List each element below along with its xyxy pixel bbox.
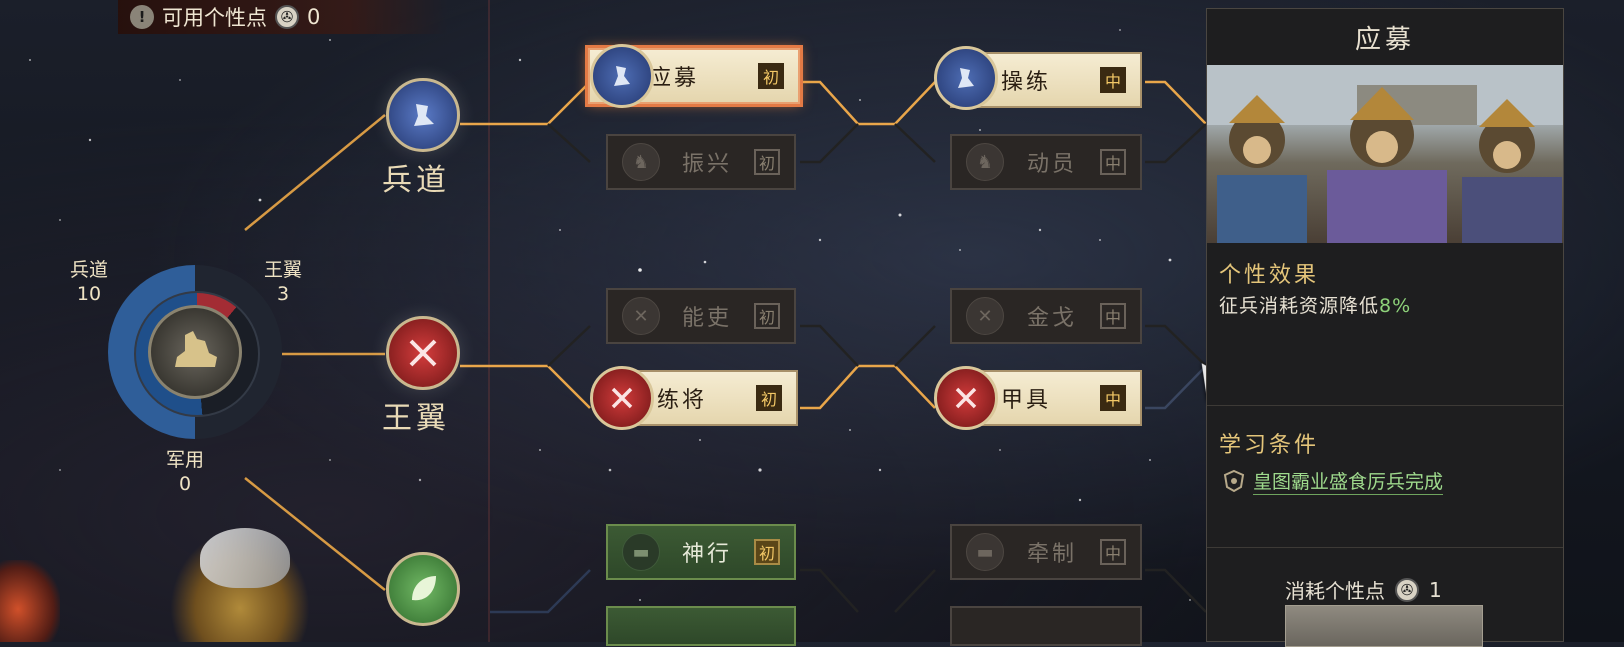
available-points-label: 可用个性点: [162, 6, 267, 30]
available-points-value: 0: [307, 5, 321, 29]
node-lower-left[interactable]: [606, 606, 796, 646]
personality-point-icon: ✇: [1395, 577, 1419, 602]
ring-bingdao-name: 兵道: [70, 259, 109, 281]
crossed-swords-icon: [934, 366, 998, 430]
tier-badge: 中: [1100, 67, 1126, 93]
personality-point-icon: ✇: [275, 5, 299, 29]
general-figure-icon: [175, 331, 217, 367]
soldier-icon: [414, 104, 434, 126]
available-points-bar: ! 可用个性点 ✇ 0: [118, 0, 448, 34]
requirement-text: 皇图霸业盛食厉兵完成: [1253, 467, 1444, 495]
general-avatar-core[interactable]: [148, 305, 242, 399]
tier-badge: 初: [756, 385, 782, 411]
node-dongyuan[interactable]: ♞ 动员 中: [950, 134, 1142, 190]
ring-label-bingdao: 兵道 10: [70, 258, 108, 306]
crossed-swords-icon: ✕: [966, 297, 1004, 335]
ring-junyong-name: 军用: [166, 449, 205, 471]
ring-wangyi-value: 3: [276, 283, 290, 305]
tier-badge: 中: [1100, 149, 1126, 175]
node-label: 能吏: [681, 306, 732, 331]
tier-badge: 初: [754, 539, 780, 565]
shield-icon: [1223, 469, 1245, 493]
crossed-swords-icon: [409, 339, 437, 367]
tier-badge: 中: [1100, 539, 1126, 565]
soldier-icon: ♞: [966, 143, 1004, 181]
path-bingdao-button[interactable]: [386, 78, 460, 152]
node-lower-right[interactable]: [950, 606, 1142, 646]
leaf-icon: [412, 576, 436, 601]
effect-heading: 个性效果: [1219, 263, 1320, 288]
crossed-swords-icon: ✕: [622, 297, 660, 335]
learn-button[interactable]: [1285, 605, 1483, 647]
node-label: 动员: [1026, 152, 1077, 177]
info-icon[interactable]: !: [130, 5, 154, 29]
node-jinge[interactable]: ✕ 金戈 中: [950, 288, 1142, 344]
effect-description: 征兵消耗资源降低8%: [1219, 291, 1411, 318]
ring-label-junyong: 军用 0: [166, 448, 204, 496]
section-divider: [1207, 547, 1563, 548]
path-bingdao-name: 兵道: [382, 163, 450, 198]
cost-row: 消耗个性点 ✇ 1: [1285, 575, 1442, 604]
section-divider: [1207, 405, 1563, 406]
cost-value: 1: [1429, 577, 1442, 602]
soldier-icon: [590, 44, 654, 108]
path-wangyi-button[interactable]: [386, 316, 460, 390]
tier-badge: 中: [1100, 385, 1126, 411]
ring-junyong-value: 0: [178, 473, 192, 495]
requirement-item[interactable]: 皇图霸业盛食厉兵完成: [1223, 467, 1444, 495]
effect-value: 8%: [1379, 295, 1412, 317]
tier-badge: 初: [754, 149, 780, 175]
ring-wangyi-name: 王翼: [264, 259, 303, 281]
tier-badge: 中: [1100, 303, 1126, 329]
boot-icon: ▬: [622, 533, 660, 571]
effect-text: 征兵消耗资源降低: [1219, 295, 1380, 317]
node-label: 金戈: [1026, 306, 1077, 331]
node-nengli[interactable]: ✕ 能吏 初: [606, 288, 796, 344]
path-junyong-button[interactable]: [386, 552, 460, 626]
node-shenxing[interactable]: ▬ 神行 初: [606, 524, 796, 580]
ring-label-wangyi: 王翼 3: [264, 258, 302, 306]
fire-decoration: [0, 560, 60, 642]
skill-illustration: [1207, 65, 1563, 243]
cost-label: 消耗个性点: [1285, 579, 1385, 603]
helmet-plume: [200, 528, 290, 588]
node-label: 神行: [681, 542, 732, 567]
node-zhenxing[interactable]: ♞ 振兴 初: [606, 134, 796, 190]
node-label: 振兴: [681, 152, 732, 177]
crossed-swords-icon: [590, 366, 654, 430]
path-wangyi-name: 王翼: [382, 401, 450, 436]
node-qianzhi[interactable]: ▬ 牵制 中: [950, 524, 1142, 580]
requirement-heading: 学习条件: [1219, 433, 1320, 458]
tier-badge: 初: [758, 63, 784, 89]
boot-icon: ▬: [966, 533, 1004, 571]
panel-title: 应募: [1354, 24, 1415, 55]
ring-bingdao-value: 10: [76, 283, 102, 305]
soldier-icon: ♞: [622, 143, 660, 181]
tier-badge: 初: [754, 303, 780, 329]
skill-detail-panel: 应募 个性效果 征兵消耗资源降低8% 学习条件 皇图霸业盛食厉兵完成 消耗个性点…: [1206, 8, 1564, 647]
node-label: 牵制: [1026, 542, 1077, 567]
soldier-icon: [934, 46, 998, 110]
